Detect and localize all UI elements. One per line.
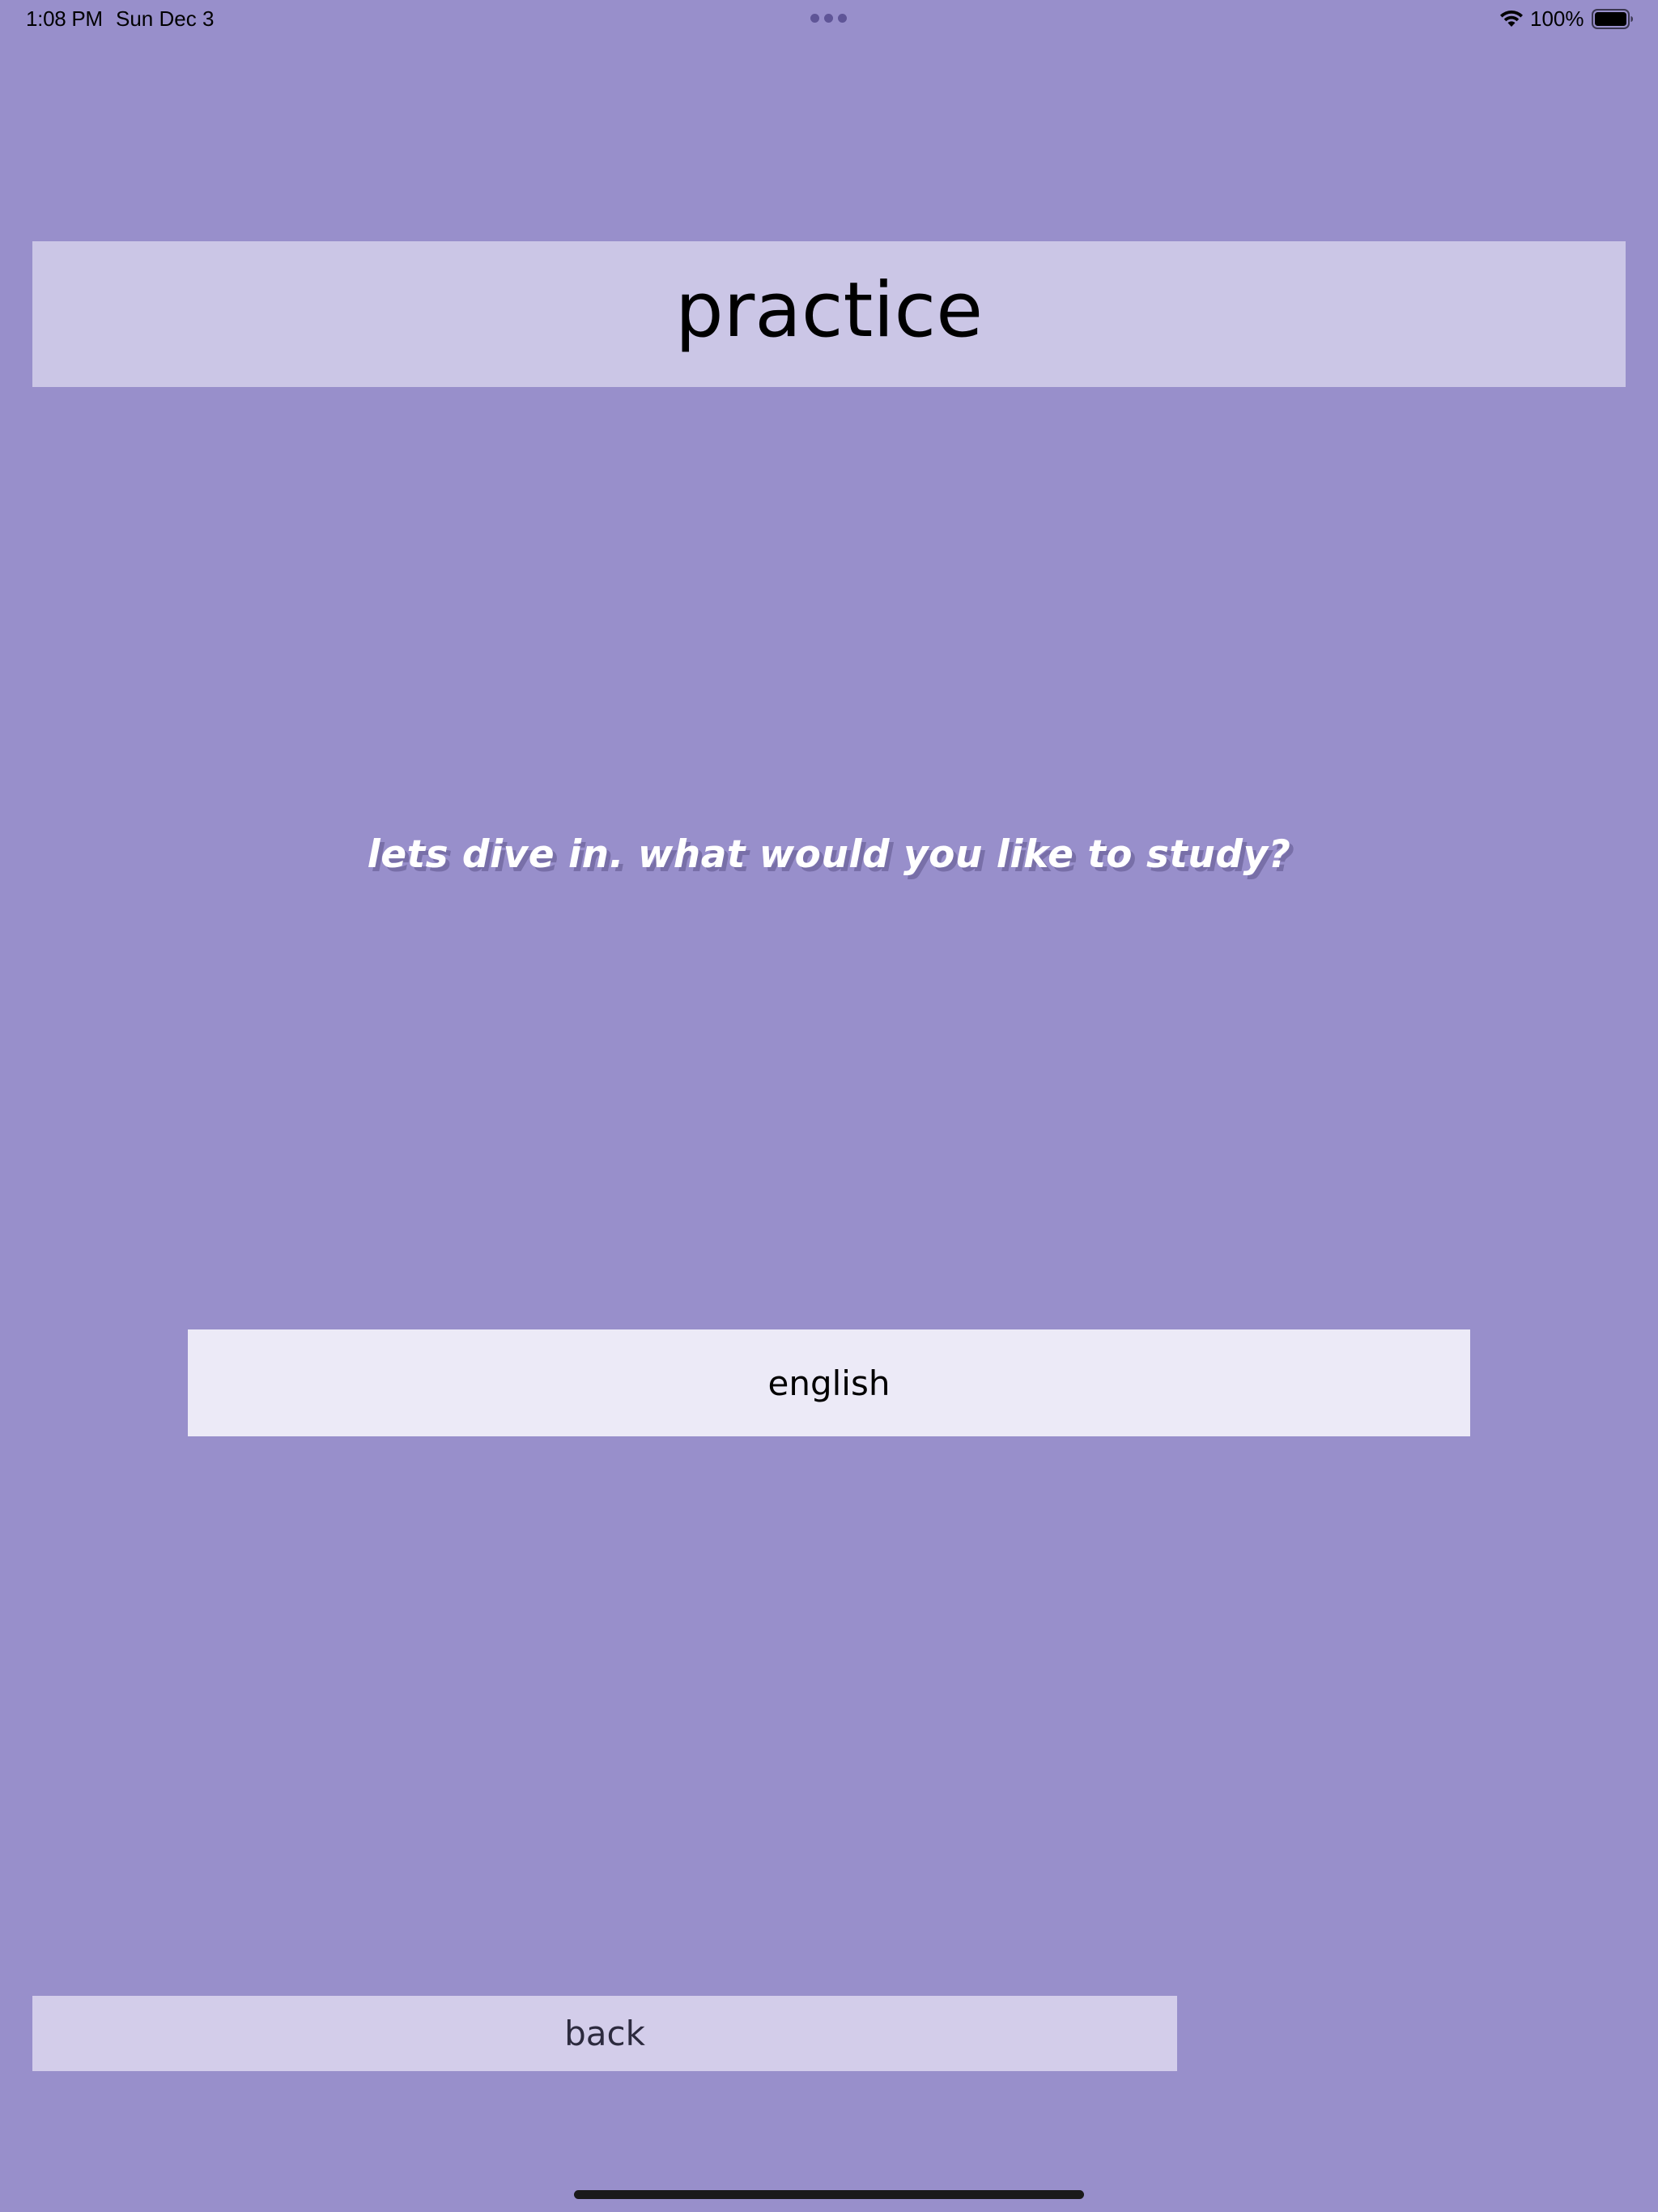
app-screen: 1:08 PM Sun Dec 3 100% practice lets div… — [0, 0, 1658, 2212]
header-bar: practice — [32, 241, 1626, 387]
page-title: practice — [674, 266, 984, 355]
back-button[interactable]: back — [32, 1996, 1177, 2071]
wifi-icon — [1500, 11, 1523, 27]
home-indicator[interactable] — [574, 2190, 1084, 2199]
battery-icon — [1592, 9, 1633, 29]
status-time: 1:08 PM — [26, 6, 103, 31]
english-subject-button[interactable]: english — [188, 1329, 1470, 1436]
multitask-dots-icon[interactable] — [810, 14, 849, 23]
status-date: Sun Dec 3 — [116, 6, 215, 31]
battery-percentage: 100% — [1530, 6, 1584, 31]
subject-button-label: english — [767, 1363, 891, 1403]
back-button-label: back — [564, 2014, 645, 2053]
status-bar: 1:08 PM Sun Dec 3 100% — [0, 0, 1658, 39]
study-prompt: lets dive in. what would you like to stu… — [367, 832, 1291, 877]
